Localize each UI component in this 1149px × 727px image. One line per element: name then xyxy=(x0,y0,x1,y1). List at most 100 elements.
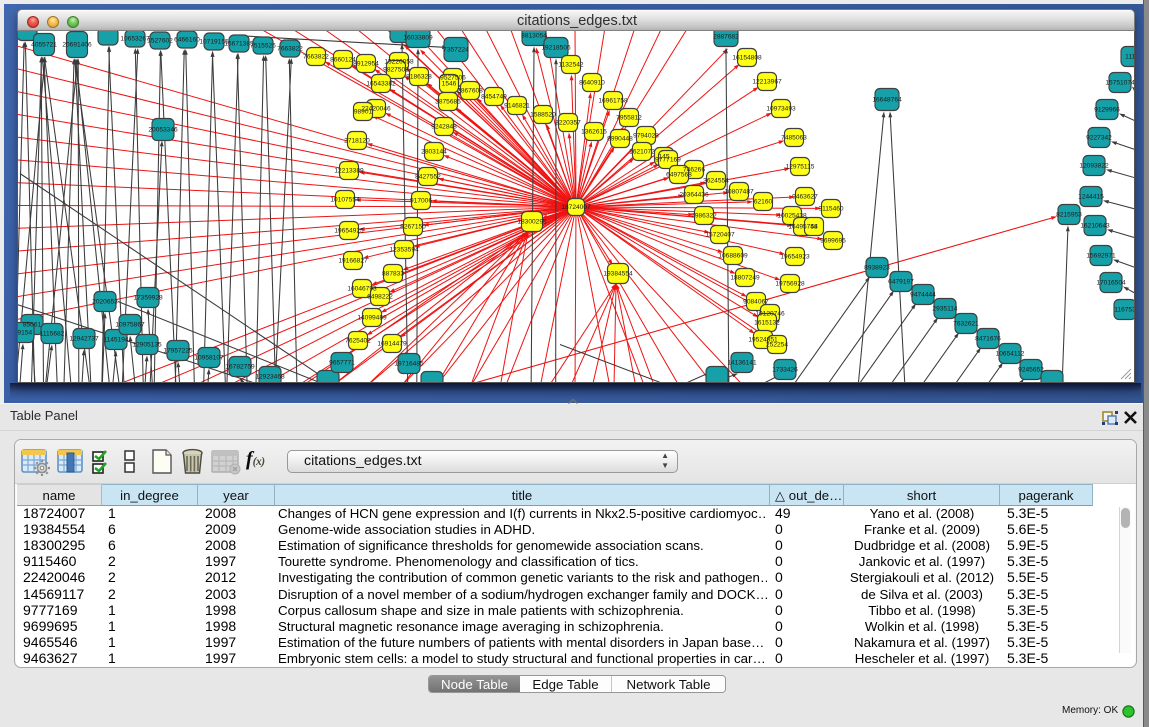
svg-text:9084067: 9084067 xyxy=(743,299,769,306)
svg-text:4055721: 4055721 xyxy=(31,42,57,49)
svg-text:8215953: 8215953 xyxy=(1056,212,1082,219)
svg-text:6497568: 6497568 xyxy=(666,172,692,179)
svg-text:15720407: 15720407 xyxy=(705,232,735,239)
svg-text:18807249: 18807249 xyxy=(730,275,760,282)
svg-text:1132542: 1132542 xyxy=(558,62,584,69)
svg-text:8454749: 8454749 xyxy=(481,94,507,101)
svg-text:9245652: 9245652 xyxy=(1018,367,1044,374)
svg-text:16046793: 16046793 xyxy=(347,286,377,293)
svg-text:8990448: 8990448 xyxy=(607,136,633,143)
svg-text:9146821: 9146821 xyxy=(504,103,530,110)
svg-text:2803144: 2803144 xyxy=(421,149,447,156)
svg-text:12213967: 12213967 xyxy=(752,79,782,86)
svg-text:19384554: 19384554 xyxy=(603,271,633,278)
svg-text:1115682: 1115682 xyxy=(40,331,65,338)
svg-text:12093822: 12093822 xyxy=(1079,163,1109,170)
svg-text:7663822: 7663822 xyxy=(303,54,329,61)
svg-text:9474444: 9474444 xyxy=(910,292,936,299)
svg-text:6479197: 6479197 xyxy=(888,279,914,286)
svg-text:9827503: 9827503 xyxy=(383,67,409,74)
svg-text:19654923: 19654923 xyxy=(780,254,810,261)
svg-text:98901: 98901 xyxy=(354,109,373,116)
svg-text:10025438: 10025438 xyxy=(777,213,807,220)
svg-text:9129966: 9129966 xyxy=(1094,107,1120,114)
svg-text:12213389: 12213389 xyxy=(334,168,364,175)
svg-text:9463627: 9463627 xyxy=(792,194,818,201)
svg-text:10654112: 10654112 xyxy=(996,351,1025,358)
svg-text:10653267: 10653267 xyxy=(120,36,150,43)
svg-text:15751074: 15751074 xyxy=(1105,80,1134,87)
svg-text:19756928: 19756928 xyxy=(775,281,805,288)
svg-text:7632621: 7632621 xyxy=(953,321,979,328)
svg-text:1621072: 1621072 xyxy=(629,149,655,156)
svg-text:1546: 1546 xyxy=(442,81,457,88)
svg-text:8813054: 8813054 xyxy=(521,33,547,40)
svg-text:9777169: 9777169 xyxy=(655,157,681,164)
svg-text:887833: 887833 xyxy=(382,271,404,278)
svg-text:14099489: 14099489 xyxy=(357,315,387,322)
svg-text:16648764: 16648764 xyxy=(872,97,902,104)
svg-text:12353594: 12353594 xyxy=(389,247,419,254)
svg-text:2718120: 2718120 xyxy=(344,138,370,145)
svg-text:8640910: 8640910 xyxy=(579,80,605,87)
svg-text:8427552: 8427552 xyxy=(415,174,441,181)
svg-text:44: 44 xyxy=(810,224,818,231)
svg-text:15692971: 15692971 xyxy=(1086,253,1116,260)
svg-text:39154: 39154 xyxy=(18,330,32,337)
svg-text:8267150: 8267150 xyxy=(400,224,426,231)
svg-text:9699695: 9699695 xyxy=(820,238,846,245)
svg-text:16782759: 16782759 xyxy=(225,364,255,371)
svg-text:20053346: 20053346 xyxy=(148,127,178,134)
svg-text:1733426: 1733426 xyxy=(772,367,798,374)
svg-text:18300295: 18300295 xyxy=(517,219,547,226)
svg-text:1112: 1112 xyxy=(1125,54,1134,61)
svg-text:19716485: 19716485 xyxy=(394,361,424,368)
svg-text:10973493: 10973493 xyxy=(766,106,796,113)
svg-text:12975115: 12975115 xyxy=(786,164,815,171)
svg-text:9657771: 9657771 xyxy=(329,360,355,367)
svg-text:9227342: 9227342 xyxy=(1086,135,1112,142)
svg-text:10807487: 10807487 xyxy=(724,189,754,196)
svg-text:6498222: 6498222 xyxy=(367,294,393,301)
svg-text:7625402: 7625402 xyxy=(345,338,371,345)
svg-text:12942737: 12942737 xyxy=(69,336,99,343)
svg-text:16154808: 16154808 xyxy=(732,55,762,62)
svg-text:2020653: 2020653 xyxy=(92,299,118,306)
svg-text:12905135: 12905135 xyxy=(132,342,162,349)
svg-text:7986322: 7986322 xyxy=(691,213,717,220)
svg-text:9115460: 9115460 xyxy=(818,206,844,213)
svg-text:116753: 116753 xyxy=(1114,307,1134,314)
svg-text:1588520: 1588520 xyxy=(530,112,556,119)
svg-text:7357224: 7357224 xyxy=(443,47,469,54)
svg-text:14136141: 14136141 xyxy=(727,360,757,367)
svg-text:7515526: 7515526 xyxy=(250,43,276,50)
svg-text:2935114: 2935114 xyxy=(932,306,958,313)
svg-text:10975867: 10975867 xyxy=(115,322,145,329)
svg-text:17359928: 17359928 xyxy=(133,295,163,302)
svg-text:2867608: 2867608 xyxy=(457,88,483,95)
svg-text:7955812: 7955812 xyxy=(616,115,642,122)
svg-text:16033809: 16033809 xyxy=(403,35,433,42)
svg-text:62160: 62160 xyxy=(754,199,773,206)
svg-text:252254: 252254 xyxy=(766,342,788,349)
svg-text:16210643: 16210643 xyxy=(1080,223,1110,230)
svg-text:3624554: 3624554 xyxy=(703,178,729,185)
svg-text:1145194: 1145194 xyxy=(103,337,129,344)
svg-text:10120746: 10120746 xyxy=(755,311,785,318)
svg-text:8186328: 8186328 xyxy=(406,74,432,81)
svg-text:1527602: 1527602 xyxy=(147,38,173,45)
svg-text:2887682: 2887682 xyxy=(713,34,739,41)
svg-text:19166827: 19166827 xyxy=(338,258,368,265)
svg-text:15226058: 15226058 xyxy=(384,59,414,66)
svg-text:9242848: 9242848 xyxy=(431,124,457,131)
svg-text:10688609: 10688609 xyxy=(718,253,748,260)
svg-text:16543382: 16543382 xyxy=(366,81,396,88)
svg-text:8912954: 8912954 xyxy=(353,61,379,68)
svg-text:17957225: 17957225 xyxy=(163,348,193,355)
svg-text:20364436: 20364436 xyxy=(679,192,709,199)
svg-text:10958107: 10958107 xyxy=(194,355,224,362)
svg-text:917006: 917006 xyxy=(410,198,432,205)
svg-text:12923468: 12923468 xyxy=(255,374,285,381)
svg-text:3875685: 3875685 xyxy=(435,99,461,106)
svg-text:9794028: 9794028 xyxy=(633,133,659,140)
